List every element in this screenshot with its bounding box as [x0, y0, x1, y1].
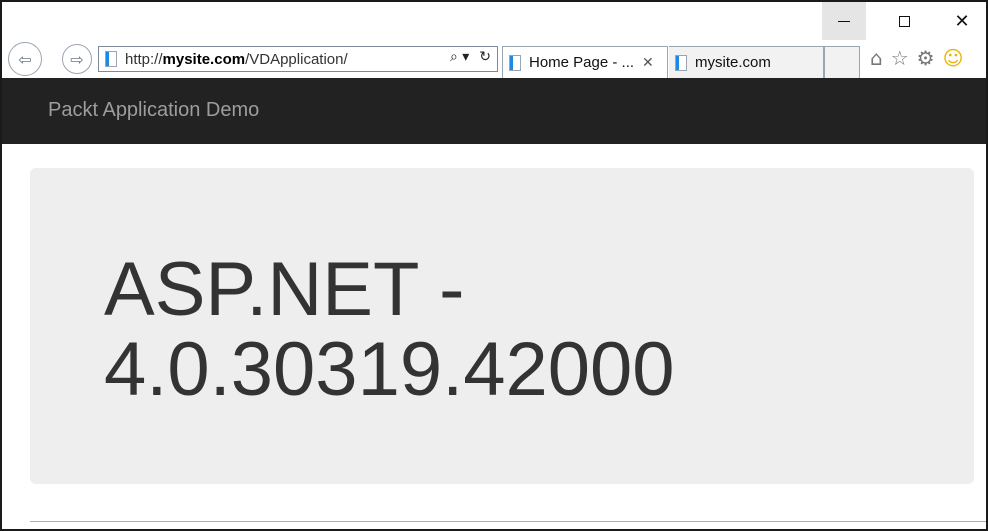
tab-home-page[interactable]: Home Page - ... ✕ [502, 46, 668, 78]
close-icon: ✕ [954, 10, 970, 32]
maximize-button[interactable] [882, 2, 926, 40]
page-icon [509, 54, 521, 71]
close-window-button[interactable]: ✕ [940, 2, 984, 40]
url-text[interactable]: http://mysite.com/VDApplication/ [125, 51, 348, 68]
address-bar[interactable]: http://mysite.com/VDApplication/ ⌕ ▾ ↻ [98, 46, 498, 72]
tab-label: mysite.com [695, 54, 771, 71]
maximize-icon [898, 15, 910, 27]
browser-toolbar: ⇦ ⇨ http://mysite.com/VDApplication/ ⌕ ▾… [2, 40, 986, 78]
page-icon [675, 54, 687, 71]
browser-window: ✕ ⇦ ⇨ http://mysite.com/VDApplication/ ⌕… [0, 0, 988, 531]
url-host: mysite.com [162, 50, 246, 68]
url-path: /VDApplication/ [245, 50, 348, 68]
divider [30, 521, 986, 522]
site-navbar: Packt Application Demo [2, 78, 986, 144]
home-icon[interactable]: ⌂ [870, 46, 883, 70]
feedback-smiley-icon[interactable]: ☺ [943, 46, 964, 70]
address-tools: ⌕ ▾ ↻ [450, 49, 491, 65]
browser-tools: ⌂ ☆ ⚙ ☺ [870, 46, 963, 70]
favorites-icon[interactable]: ☆ [891, 46, 909, 70]
tab-close-icon[interactable]: ✕ [642, 55, 654, 71]
minimize-button[interactable] [822, 2, 866, 40]
forward-button[interactable]: ⇨ [62, 44, 92, 74]
refresh-icon[interactable]: ↻ [479, 49, 491, 65]
page-heading: ASP.NET - 4.0.30319.42000 [104, 250, 675, 410]
tab-label: Home Page - ... [529, 54, 635, 71]
url-prefix: http:// [125, 50, 163, 68]
page-icon [105, 51, 117, 67]
jumbotron: ASP.NET - 4.0.30319.42000 [30, 168, 974, 484]
site-brand-link[interactable]: Packt Application Demo [48, 99, 259, 122]
minimize-icon [838, 20, 850, 22]
search-icon[interactable]: ⌕ ▾ [450, 49, 469, 65]
heading-line-1: ASP.NET - [104, 247, 465, 332]
back-button[interactable]: ⇦ [8, 42, 42, 76]
new-tab-button[interactable] [824, 46, 860, 78]
settings-icon[interactable]: ⚙ [917, 46, 935, 70]
forward-arrow-icon: ⇨ [70, 49, 84, 69]
back-arrow-icon: ⇦ [18, 49, 32, 69]
tab-mysite[interactable]: mysite.com [669, 46, 824, 78]
title-bar: ✕ [2, 2, 986, 40]
heading-line-2: 4.0.30319.42000 [104, 327, 675, 412]
